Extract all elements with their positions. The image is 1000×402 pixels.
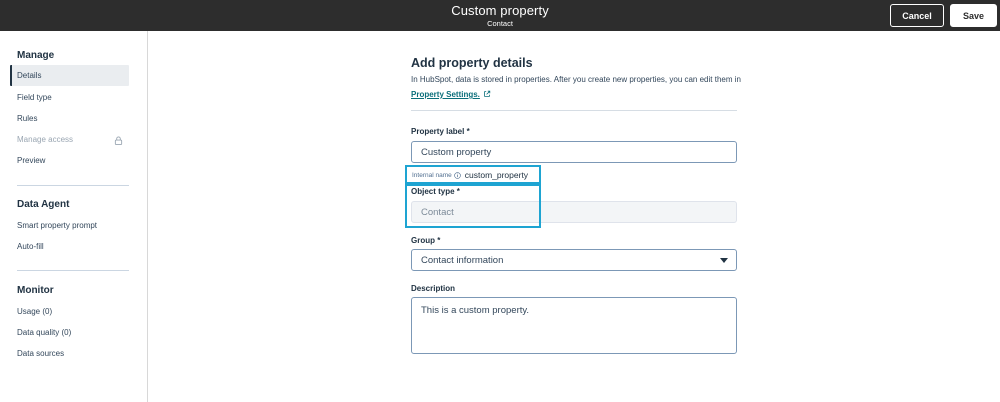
info-icon[interactable] <box>453 171 461 179</box>
sidebar-item-manage-access[interactable]: Manage access <box>17 135 73 144</box>
internal-name-label: Internal name <box>412 171 452 179</box>
save-button[interactable]: Save <box>950 4 997 27</box>
object-type-field: Contact <box>411 201 737 223</box>
cancel-button[interactable]: Cancel <box>890 4 944 27</box>
sidebar-item-details[interactable]: Details <box>17 71 41 80</box>
sidebar-item-usage[interactable]: Usage (0) <box>17 307 52 316</box>
description-textarea[interactable]: This is a custom property. <box>411 297 737 354</box>
sidebar-item-data-quality[interactable]: Data quality (0) <box>17 328 71 337</box>
property-settings-link[interactable]: Property Settings. <box>411 90 480 99</box>
description-value: This is a custom property. <box>421 305 530 316</box>
property-label-input[interactable]: Custom property <box>411 141 737 163</box>
external-link-icon[interactable] <box>483 90 491 98</box>
sidebar: Manage Details Field type Rules Manage a… <box>0 31 148 402</box>
sidebar-item-data-sources[interactable]: Data sources <box>17 349 64 358</box>
internal-name-row: Internal name custom_property <box>412 170 528 180</box>
sidebar-item-field-type[interactable]: Field type <box>17 93 52 102</box>
group-label: Group * <box>411 236 441 245</box>
property-label-value: Custom property <box>421 146 492 158</box>
section-heading: Add property details <box>411 56 533 70</box>
sidebar-section-manage: Manage <box>17 50 55 61</box>
caret-down-icon <box>720 258 728 263</box>
object-type-value: Contact <box>421 206 454 218</box>
group-value: Contact information <box>421 254 504 266</box>
sidebar-section-data-agent: Data Agent <box>17 199 70 210</box>
sidebar-section-monitor: Monitor <box>17 285 54 296</box>
property-label-label: Property label * <box>411 127 470 136</box>
section-divider <box>411 110 737 111</box>
page-subtitle: Contact <box>487 19 513 28</box>
sidebar-divider <box>17 185 129 186</box>
intro-text: In HubSpot, data is stored in properties… <box>411 72 741 102</box>
sidebar-item-smart-property-prompt[interactable]: Smart property prompt <box>17 221 97 230</box>
sidebar-item-preview[interactable]: Preview <box>17 156 45 165</box>
sidebar-item-rules[interactable]: Rules <box>17 114 37 123</box>
description-label: Description <box>411 284 456 293</box>
group-select[interactable]: Contact information <box>411 249 737 271</box>
intro-body: In HubSpot, data is stored in properties… <box>411 75 741 84</box>
top-header: Custom property Contact Cancel Save <box>0 0 1000 31</box>
internal-name-value: custom_property <box>464 170 529 180</box>
sidebar-item-auto-fill[interactable]: Auto-fill <box>17 242 44 251</box>
sidebar-divider <box>17 270 129 271</box>
lock-icon <box>114 136 123 145</box>
object-type-label: Object type * <box>411 187 460 196</box>
page-title: Custom property <box>451 3 549 18</box>
